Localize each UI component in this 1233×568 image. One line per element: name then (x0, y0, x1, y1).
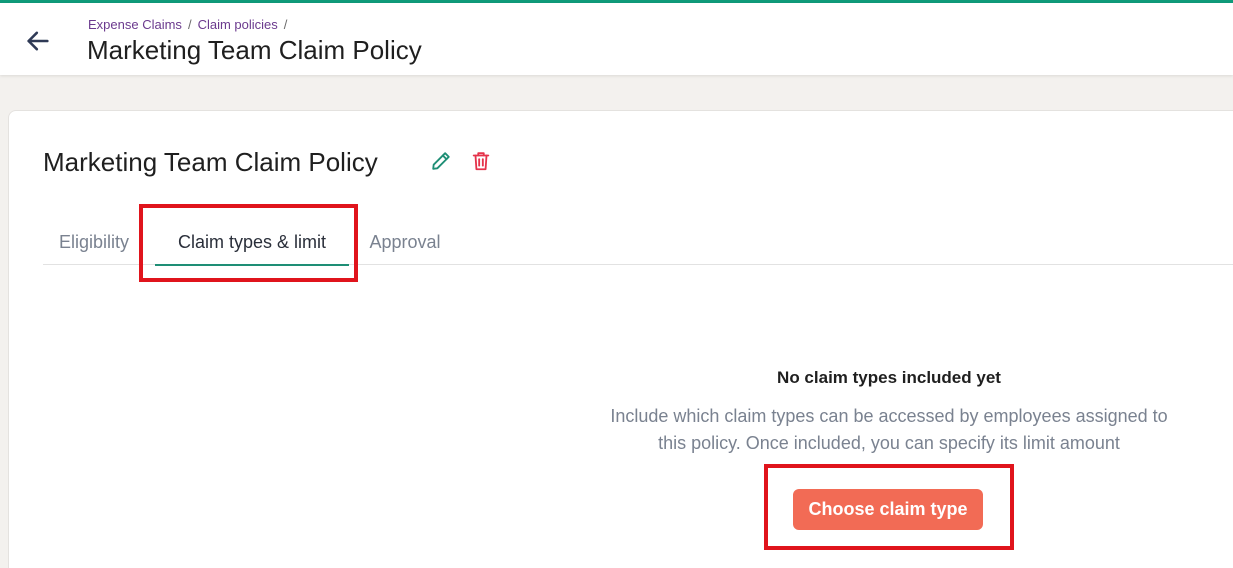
back-button[interactable] (18, 21, 58, 61)
empty-state-description: Include which claim types can be accesse… (569, 403, 1209, 457)
arrow-left-icon (27, 31, 49, 51)
breadcrumb-link-claim-policies[interactable]: Claim policies (198, 17, 278, 32)
tab-eligibility[interactable]: Eligibility (43, 219, 153, 265)
trash-icon (472, 152, 490, 171)
pencil-icon (432, 152, 450, 170)
empty-state-description-line: Include which claim types can be accesse… (610, 406, 1168, 426)
empty-state-title: No claim types included yet (777, 368, 1001, 387)
policy-title: Marketing Team Claim Policy (43, 147, 378, 177)
choose-claim-type-button[interactable]: Choose claim type (793, 489, 983, 530)
page-title: Marketing Team Claim Policy (87, 35, 422, 65)
policy-tabs: Eligibility Claim types & limit Approval (43, 219, 1233, 266)
tab-approval[interactable]: Approval (355, 219, 455, 265)
breadcrumb: Expense Claims / Claim policies / (88, 17, 293, 32)
page-header: Expense Claims / Claim policies / Market… (0, 3, 1233, 75)
breadcrumb-link-expense-claims[interactable]: Expense Claims (88, 17, 182, 32)
policy-card: Marketing Team Claim Policy Eligibility … (8, 110, 1233, 568)
breadcrumb-separator: / (283, 17, 288, 32)
edit-policy-button[interactable] (429, 149, 453, 173)
breadcrumb-separator: / (187, 17, 192, 32)
tab-claim-types-and-limit[interactable]: Claim types & limit (155, 219, 349, 266)
delete-policy-button[interactable] (469, 149, 493, 173)
empty-state-description-line: this policy. Once included, you can spec… (658, 433, 1120, 453)
